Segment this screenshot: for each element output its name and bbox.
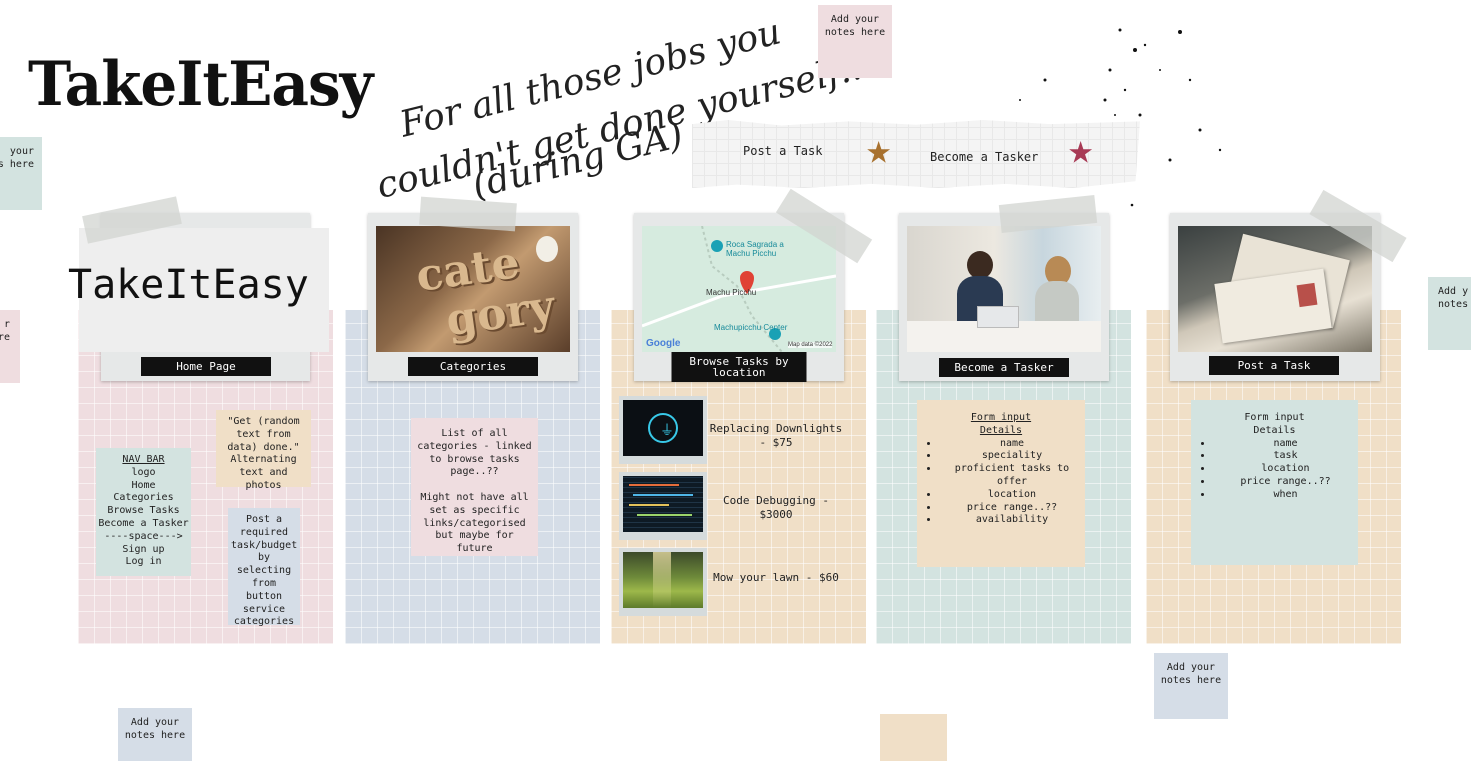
tasker-polaroid bbox=[899, 213, 1109, 381]
sticky-note[interactable]: your s here bbox=[0, 137, 42, 210]
nav-item: Home bbox=[131, 479, 156, 491]
task-item[interactable]: Replacing Downlights - $75 bbox=[708, 422, 844, 450]
form-field-item: task bbox=[1213, 450, 1358, 463]
map-label: Machu Picchu bbox=[706, 288, 757, 297]
nav-item: Browse Tasks bbox=[107, 505, 180, 517]
task-thumbnail[interactable] bbox=[619, 548, 707, 616]
form-subtitle: Details bbox=[979, 424, 1023, 436]
form-field-item: proficient tasks to offer bbox=[939, 463, 1085, 489]
map-photo: Roca Sagrada a Machu Picchu Machu Picchu… bbox=[642, 226, 836, 352]
categories-photo: cate gory bbox=[376, 226, 570, 352]
star-icon: ★ bbox=[1068, 124, 1094, 173]
sticky-note[interactable]: r re bbox=[0, 310, 20, 383]
google-logo: Google bbox=[646, 338, 681, 349]
form-field-item: price range..?? bbox=[939, 502, 1085, 515]
lawn-icon bbox=[623, 552, 703, 608]
post-task-note: Post a required task/budget by selecting… bbox=[228, 508, 300, 627]
post-photo bbox=[1178, 226, 1372, 352]
map-label: Machupicchu Center bbox=[714, 323, 788, 332]
task-thumbnail[interactable]: ⏚ bbox=[619, 396, 707, 464]
post-task-link[interactable]: Post a Task bbox=[743, 144, 822, 158]
nav-item: Become a Tasker bbox=[98, 517, 189, 529]
map-label: Roca Sagrada a Machu Picchu bbox=[726, 240, 784, 258]
map-attribution: Map data ©2022 bbox=[788, 342, 833, 348]
nav-item: logo bbox=[131, 466, 156, 478]
task-item[interactable]: Code Debugging - $3000 bbox=[708, 494, 844, 522]
categories-note: List of all categories - linked to brows… bbox=[411, 418, 538, 556]
form-field-item: location bbox=[1213, 463, 1358, 476]
sticky-note[interactable]: Add your notes here bbox=[1154, 653, 1228, 719]
plug-icon: ⏚ bbox=[623, 400, 703, 456]
star-icon: ★ bbox=[866, 124, 892, 173]
categories-polaroid: cate gory bbox=[368, 213, 578, 381]
tasker-form-note: Form input Details name speciality profi… bbox=[917, 400, 1085, 567]
random-text-note: "Get (random text from data) done." Alte… bbox=[216, 410, 311, 491]
site-logo[interactable]: TakeItEasy bbox=[28, 48, 373, 119]
form-field-item: when bbox=[1213, 489, 1358, 502]
form-field-item: availability bbox=[939, 514, 1085, 527]
nav-item: Log in bbox=[125, 556, 162, 568]
become-tasker-link[interactable]: Become a Tasker bbox=[930, 150, 1038, 164]
nav-item: ----space---> bbox=[104, 530, 183, 542]
sticky-note[interactable]: Add y notes bbox=[1428, 277, 1471, 350]
nav-item: Categories bbox=[113, 492, 174, 504]
task-thumbnail[interactable] bbox=[619, 472, 707, 540]
form-title: Form input bbox=[970, 412, 1032, 423]
form-subtitle: Details bbox=[1253, 424, 1296, 436]
form-field-item: location bbox=[939, 489, 1085, 502]
form-field-item: speciality bbox=[939, 450, 1085, 463]
browse-caption: Browse Tasks by location bbox=[671, 352, 807, 382]
home-logo[interactable]: TakeItEasy bbox=[68, 262, 309, 308]
post-caption: Post a Task bbox=[1209, 356, 1339, 375]
nav-bar-note: NAV BAR logo Home Categories Browse Task… bbox=[96, 448, 191, 576]
sticky-note[interactable]: Add your notes here bbox=[818, 5, 892, 78]
form-title: Form input bbox=[1244, 412, 1305, 423]
code-icon bbox=[623, 476, 703, 532]
sticky-note[interactable]: Add your notes here bbox=[118, 708, 192, 761]
post-form-note: Form input Details name task location pr… bbox=[1191, 400, 1358, 565]
categories-caption: Categories bbox=[408, 357, 538, 376]
tasker-photo bbox=[907, 226, 1101, 352]
task-item[interactable]: Mow your lawn - $60 bbox=[708, 571, 844, 585]
form-field-item: price range..?? bbox=[1213, 476, 1358, 489]
ink-splatter-decoration bbox=[1019, 28, 1222, 207]
tasker-caption: Become a Tasker bbox=[939, 358, 1069, 377]
form-field-item: name bbox=[939, 438, 1085, 451]
home-page-caption: Home Page bbox=[141, 357, 271, 376]
nav-item: Sign up bbox=[122, 543, 165, 555]
nav-bar-title: NAV BAR bbox=[122, 454, 165, 465]
form-field-item: name bbox=[1213, 438, 1358, 451]
lightbulb-icon bbox=[536, 236, 558, 262]
sticky-note[interactable] bbox=[880, 714, 947, 761]
